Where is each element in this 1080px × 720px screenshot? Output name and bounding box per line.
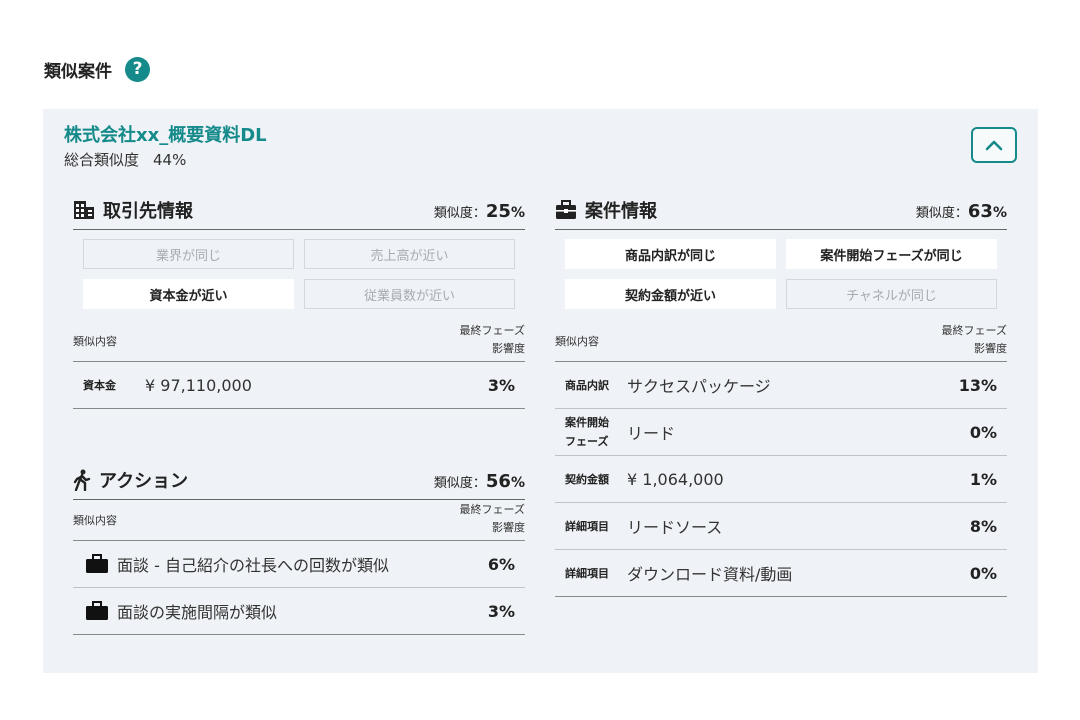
client-tags: 業界が同じ 売上高が近い 資本金が近い 従業員数が近い: [73, 239, 525, 309]
table-row: 面談の実施間隔が類似 3%: [73, 588, 525, 635]
case-title-link[interactable]: 株式会社xx_概要資料DL: [64, 121, 267, 147]
tag-industry: 業界が同じ: [83, 239, 294, 269]
action-title: アクション: [99, 471, 189, 492]
overall-similarity: 総合類似度 44%: [64, 149, 186, 170]
overall-similarity-label: 総合類似度: [64, 151, 140, 169]
table-row: 商品内訳 サクセスパッケージ 13%: [555, 362, 1007, 409]
deal-info-section: 案件情報 類似度：63% 商品内訳が同じ 案件開始フェーズが同じ 契約金額が近い…: [555, 195, 1007, 597]
tag-contract-amount: 契約金額が近い: [565, 279, 776, 309]
collapse-button[interactable]: [971, 127, 1017, 163]
deal-info-header: 案件情報 類似度：63%: [555, 195, 1007, 230]
client-info-title: 取引先情報: [103, 201, 193, 222]
table-row: 面談 - 自己紹介の社長への回数が類似 6%: [73, 541, 525, 588]
action-section: アクション 類似度：56% 類似内容 最終フェーズ 影響度 面談 - 自己紹介の社…: [73, 465, 525, 635]
walking-person-icon: [73, 469, 91, 491]
bag-icon: [85, 554, 109, 574]
deal-column-header: 類似内容 最終フェーズ 影響度: [555, 321, 1007, 362]
action-similarity: 類似度：56%: [433, 471, 525, 492]
action-column-header: 類似内容 最終フェーズ 影響度: [73, 500, 525, 541]
client-column-header: 類似内容 最終フェーズ 影響度: [73, 321, 525, 362]
tag-revenue: 売上高が近い: [304, 239, 515, 269]
tag-channel: チャネルが同じ: [786, 279, 997, 309]
table-row: 案件開始 フェーズ リード 0%: [555, 409, 1007, 456]
client-similarity: 類似度：25%: [433, 201, 525, 222]
client-info-section: 取引先情報 類似度：25% 業界が同じ 売上高が近い 資本金が近い 従業員数が近…: [73, 195, 525, 409]
table-row: 詳細項目 ダウンロード資料/動画 0%: [555, 550, 1007, 597]
similar-case-panel: 株式会社xx_概要資料DL 総合類似度 44% 取引先情報 類似度：25% 業界…: [43, 109, 1038, 673]
section-header: 類似案件 ?: [44, 55, 150, 83]
action-header: アクション 類似度：56%: [73, 465, 525, 500]
section-title: 類似案件: [44, 61, 112, 82]
building-icon: [73, 200, 95, 220]
bag-icon: [85, 601, 109, 621]
question-circle-icon[interactable]: ?: [125, 56, 150, 82]
table-row: 契約金額 ¥ 1,064,000 1%: [555, 456, 1007, 503]
chevron-up-icon: [985, 140, 1003, 151]
deal-tags: 商品内訳が同じ 案件開始フェーズが同じ 契約金額が近い チャネルが同じ: [555, 239, 1007, 309]
tag-capital: 資本金が近い: [83, 279, 294, 309]
client-info-header: 取引先情報 類似度：25%: [73, 195, 525, 230]
tag-product: 商品内訳が同じ: [565, 239, 776, 269]
deal-info-title: 案件情報: [585, 201, 657, 222]
overall-similarity-value: 44%: [153, 151, 187, 169]
deal-similarity: 類似度：63%: [915, 201, 1007, 222]
tag-start-phase: 案件開始フェーズが同じ: [786, 239, 997, 269]
briefcase-icon: [555, 200, 577, 220]
table-row: 資本金 ¥ 97,110,000 3%: [73, 362, 525, 409]
table-row: 詳細項目 リードソース 8%: [555, 503, 1007, 550]
tag-employees: 従業員数が近い: [304, 279, 515, 309]
